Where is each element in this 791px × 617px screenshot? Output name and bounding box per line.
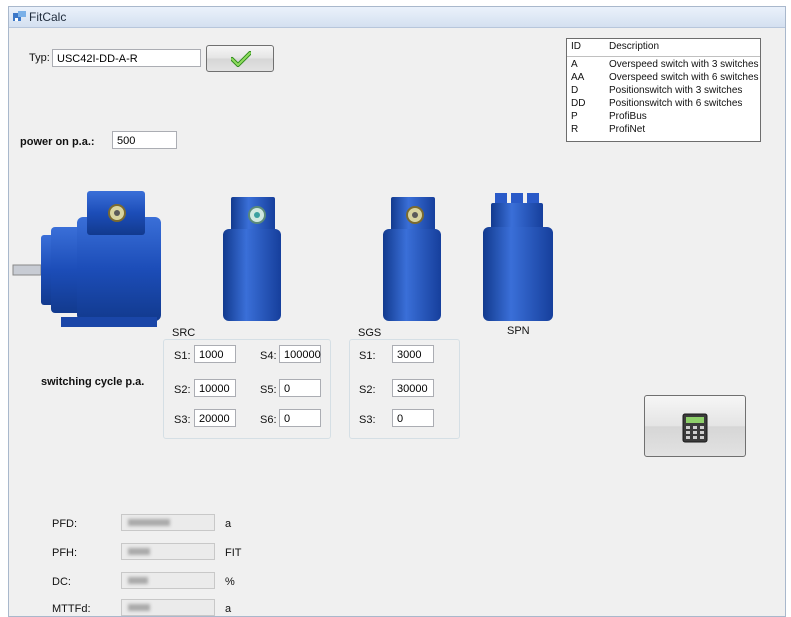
- legend-row-id: AA: [571, 72, 585, 83]
- sgs-s3-input[interactable]: 0: [392, 409, 434, 427]
- window-title: FitCalc: [29, 10, 67, 24]
- src-s4-label: S4:: [260, 350, 277, 362]
- redacted-value: [128, 577, 148, 584]
- mttfd-output: [121, 599, 215, 616]
- src-motor-image: [223, 197, 281, 321]
- legend-row-id: A: [571, 59, 578, 70]
- redacted-value: [128, 519, 170, 526]
- type-label: Typ:: [29, 52, 50, 64]
- src-s1-label: S1:: [174, 350, 191, 362]
- legend-row: AA Overspeed switch with 6 switches: [567, 72, 760, 85]
- power-label: power on p.a.:: [20, 136, 95, 148]
- src-s5-input[interactable]: 0: [279, 379, 321, 397]
- pfd-label: PFD:: [52, 518, 78, 530]
- title-bar: FitCalc: [9, 7, 785, 28]
- power-input[interactable]: 500: [112, 131, 177, 149]
- src-s3-input[interactable]: 20000: [194, 409, 236, 427]
- pfh-output: [121, 543, 215, 560]
- sgs-motor-image: [383, 197, 441, 321]
- legend-row: D Positionswitch with 3 switches: [567, 85, 760, 98]
- pfh-unit: FIT: [225, 547, 242, 559]
- legend-row-desc: ProfiBus: [609, 111, 647, 122]
- legend-row-desc: Overspeed switch with 6 switches: [609, 72, 759, 83]
- legend-row-desc: Positionswitch with 6 switches: [609, 98, 743, 109]
- sgs-group-title: SGS: [356, 327, 384, 339]
- mttfd-label: MTTFd:: [52, 603, 91, 615]
- legend-row: R ProfiNet: [567, 124, 760, 137]
- legend-header-id: ID: [571, 41, 581, 52]
- legend-row-id: DD: [571, 98, 586, 109]
- sgs-s1-label: S1:: [359, 350, 376, 362]
- legend-row-desc: Overspeed switch with 3 switches: [609, 59, 759, 70]
- legend-row-id: D: [571, 85, 579, 96]
- options-legend-table: ID Description A Overspeed switch with 3…: [566, 38, 761, 142]
- legend-row-id: P: [571, 111, 578, 122]
- fitcalc-app-icon: [13, 11, 26, 21]
- confirm-type-button[interactable]: [206, 45, 274, 72]
- pfd-output: [121, 514, 215, 531]
- src-s2-input[interactable]: 10000: [194, 379, 236, 397]
- pfd-unit: a: [225, 518, 232, 530]
- src-s4-input[interactable]: 100000: [279, 345, 321, 363]
- src-group-title: SRC: [170, 327, 198, 339]
- pfh-label: PFH:: [52, 547, 78, 559]
- sgs-s1-input[interactable]: 3000: [392, 345, 434, 363]
- legend-row: A Overspeed switch with 3 switches: [567, 59, 760, 72]
- fitcalc-window: FitCalc Typ: USC42I-DD-A-R ID Descriptio…: [8, 6, 786, 617]
- redacted-value: [128, 548, 150, 555]
- type-input[interactable]: USC42I-DD-A-R: [52, 49, 201, 67]
- checkmark-icon: [231, 51, 251, 67]
- legend-row: DD Positionswitch with 6 switches: [567, 98, 760, 111]
- legend-row-desc: Positionswitch with 3 switches: [609, 85, 743, 96]
- mttfd-unit: a: [225, 603, 232, 615]
- redacted-value: [128, 604, 150, 611]
- calculate-button[interactable]: [644, 395, 746, 457]
- motor-image: [12, 191, 161, 327]
- sgs-s2-input[interactable]: 30000: [392, 379, 434, 397]
- legend-row: P ProfiBus: [567, 111, 760, 124]
- legend-header: ID Description: [567, 41, 760, 54]
- dc-unit: %: [225, 576, 235, 588]
- src-s6-input[interactable]: 0: [279, 409, 321, 427]
- dc-output: [121, 572, 215, 589]
- src-s3-label: S3:: [174, 414, 191, 426]
- switching-cycle-label: switching cycle p.a.: [41, 376, 145, 388]
- src-s2-label: S2:: [174, 384, 191, 396]
- legend-row-desc: ProfiNet: [609, 124, 646, 135]
- spn-label: SPN: [507, 325, 530, 337]
- dc-label: DC:: [52, 576, 71, 588]
- src-s1-input[interactable]: 1000: [194, 345, 236, 363]
- src-s5-label: S5:: [260, 384, 277, 396]
- legend-row-id: R: [571, 124, 579, 135]
- sgs-s2-label: S2:: [359, 384, 376, 396]
- calculator-icon: [682, 413, 708, 443]
- legend-header-description: Description: [609, 41, 660, 52]
- spn-motor-image: [483, 193, 553, 321]
- src-s6-label: S6:: [260, 414, 277, 426]
- legend-divider: [567, 56, 760, 57]
- sgs-s3-label: S3:: [359, 414, 376, 426]
